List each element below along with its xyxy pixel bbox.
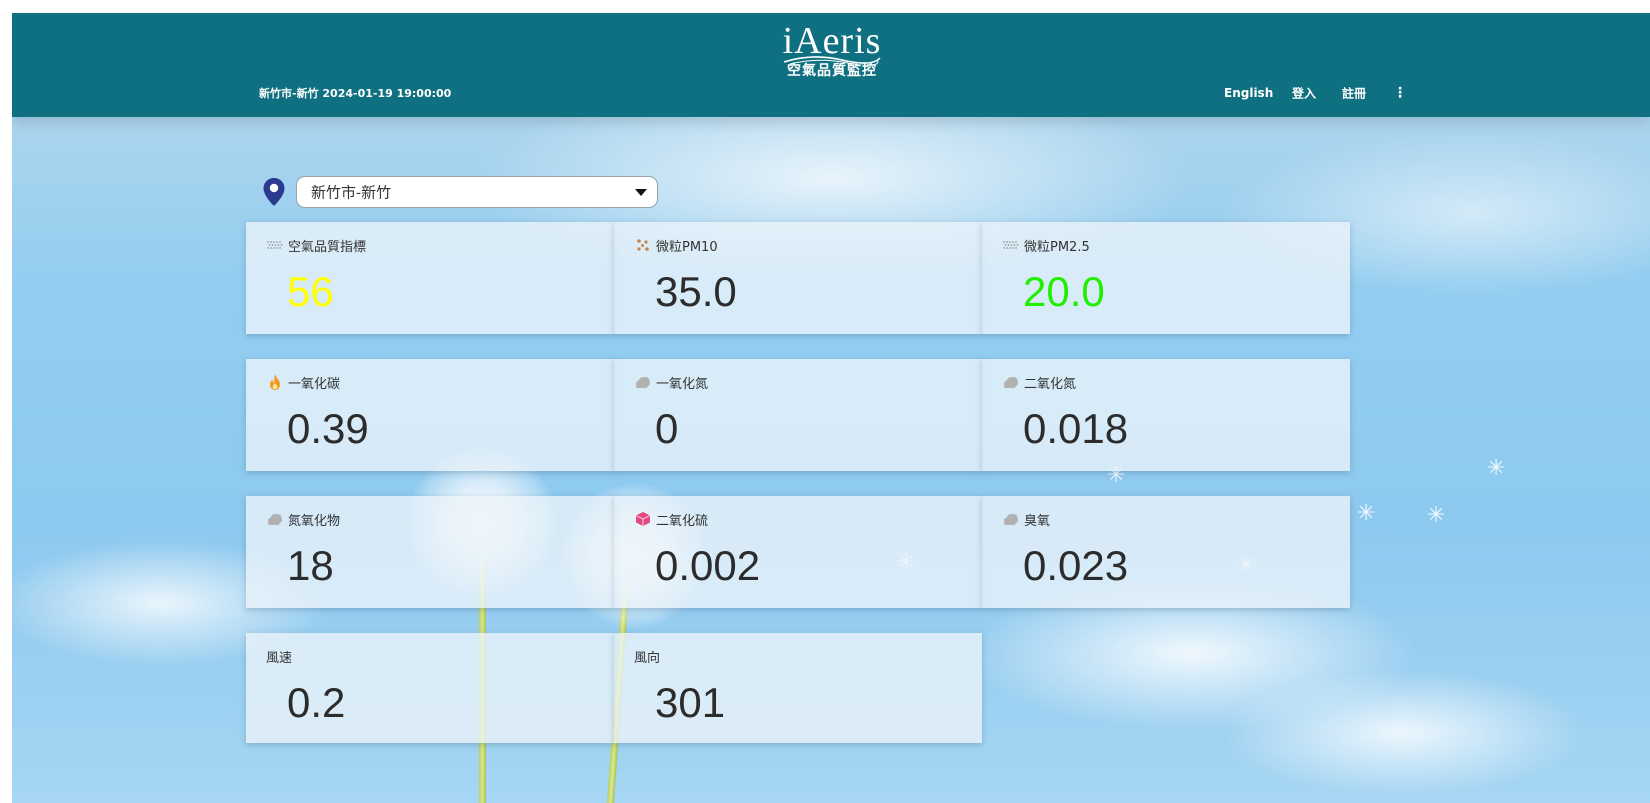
top-header: 新竹市-新竹 2024-01-19 19:00:00 iAeris 空氣品質監控…	[12, 13, 1650, 117]
card-value-no: 0	[655, 405, 679, 452]
gas-cloud-icon	[266, 511, 283, 528]
card-label: 風向	[634, 647, 661, 666]
card-label: 微粒PM2.5	[1002, 236, 1090, 255]
card-value-aqi: 56	[287, 268, 334, 315]
more-menu-icon[interactable]: ⋮	[1393, 85, 1407, 101]
dots-icon	[1002, 237, 1019, 254]
nav-register-link[interactable]: 註冊	[1342, 85, 1366, 102]
card-no2: 二氧化氮 0.018	[982, 359, 1350, 471]
card-label: 一氧化碳	[266, 373, 341, 392]
card-label-text: 風向	[634, 650, 661, 666]
card-value-pm25: 20.0	[1023, 268, 1105, 315]
dandelion-seed: ✳	[1487, 456, 1506, 481]
card-co: 一氧化碳 0.39	[246, 359, 614, 471]
card-label: 一氧化氮	[634, 373, 709, 392]
card-value-co: 0.39	[287, 405, 369, 452]
location-pin-icon	[263, 178, 285, 206]
card-value-so2: 0.002	[655, 542, 761, 589]
card-label-text: 空氣品質指標	[288, 239, 367, 255]
card-value-wind-speed: 0.2	[287, 679, 346, 726]
card-value-no2: 0.018	[1023, 405, 1129, 452]
card-pm10: 微粒PM10 35.0	[614, 222, 982, 334]
card-no: 一氧化氮 0	[614, 359, 982, 471]
dandelion-seed: ✳	[1427, 503, 1446, 528]
station-time: 新竹市-新竹 2024-01-19 19:00:00	[259, 87, 452, 100]
card-label: 二氧化硫	[634, 510, 709, 529]
card-label: 二氧化氮	[1002, 373, 1077, 392]
card-label-text: 風速	[266, 650, 293, 666]
card-label: 氮氧化物	[266, 510, 341, 529]
card-wind-speed: 風速 0.2	[246, 633, 614, 743]
card-value-nox: 18	[287, 542, 334, 589]
app-frame: ✳ ✳ ✳ ✳ ✳ ✳ 新竹市-新竹 2024-01-19 19:00:00 i…	[12, 13, 1650, 803]
flame-icon	[266, 374, 283, 391]
card-label-text: 微粒PM2.5	[1024, 239, 1090, 255]
card-so2: 二氧化硫 0.002	[614, 496, 982, 608]
card-label: 微粒PM10	[634, 236, 718, 255]
iaeris-logo[interactable]: iAeris 空氣品質監控	[772, 21, 892, 79]
card-pm25: 微粒PM2.5 20.0	[982, 222, 1350, 334]
card-value-o3: 0.023	[1023, 542, 1129, 589]
cube-icon	[634, 511, 651, 528]
nav-login-link[interactable]: 登入	[1292, 85, 1316, 102]
logo-subtitle: 空氣品質監控	[787, 63, 877, 79]
card-value-pm10: 35.0	[655, 268, 737, 315]
card-nox: 氮氧化物 18	[246, 496, 614, 608]
card-label-text: 臭氧	[1024, 513, 1051, 529]
dandelion-seed: ✳	[1357, 501, 1376, 526]
chevron-down-icon	[635, 189, 647, 196]
gas-cloud-icon	[634, 374, 651, 391]
card-label: 臭氧	[1002, 510, 1051, 529]
location-select[interactable]: 新竹市-新竹	[296, 176, 658, 208]
gas-cloud-icon	[1002, 374, 1019, 391]
dots-icon	[266, 237, 283, 254]
card-label: 空氣品質指標	[266, 236, 367, 255]
location-select-value: 新竹市-新竹	[311, 183, 392, 202]
nav-english-link[interactable]: English	[1224, 86, 1273, 100]
card-label-text: 一氧化氮	[656, 376, 709, 392]
card-aqi: 空氣品質指標 56	[246, 222, 614, 334]
card-label-text: 氮氧化物	[288, 513, 341, 529]
card-label-text: 二氧化氮	[1024, 376, 1077, 392]
card-o3: 臭氧 0.023	[982, 496, 1350, 608]
particles-icon	[634, 237, 651, 254]
gas-cloud-icon	[1002, 511, 1019, 528]
card-wind-direction: 風向 301	[614, 633, 982, 743]
card-label-text: 微粒PM10	[656, 239, 718, 255]
card-label-text: 二氧化硫	[656, 513, 709, 529]
card-value-wind-direction: 301	[655, 679, 726, 726]
card-label-text: 一氧化碳	[288, 376, 341, 392]
card-label: 風速	[266, 647, 293, 666]
logo-word: iAeris	[782, 20, 882, 62]
